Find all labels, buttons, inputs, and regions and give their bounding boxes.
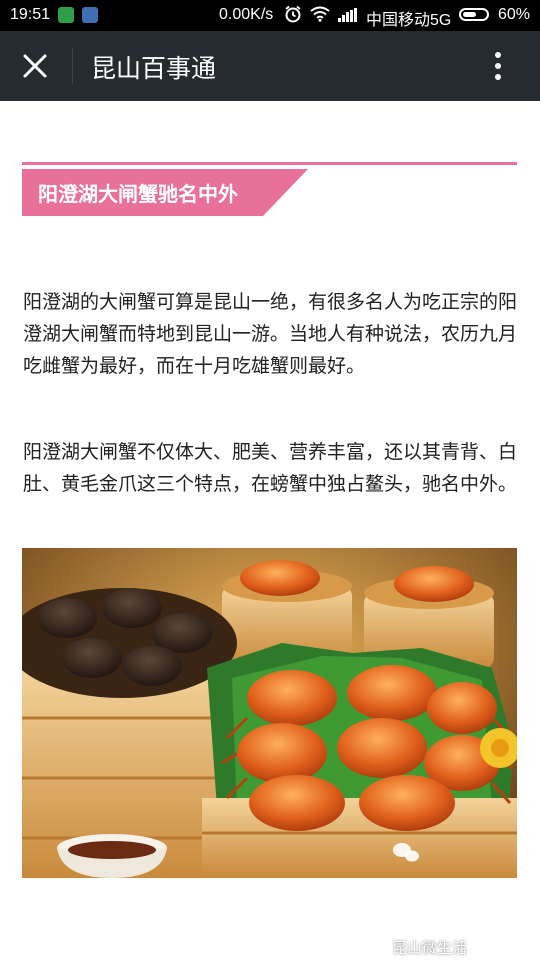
more-menu-button[interactable] xyxy=(480,46,516,86)
alarm-icon xyxy=(284,5,302,28)
hairy-crab-photo xyxy=(22,548,517,878)
status-time: 19:51 xyxy=(10,6,51,23)
crab-illustration xyxy=(22,548,517,878)
article-paragraph: 阳澄湖的大闸蟹可算是昆山一绝，有很多名人为吃正宗的阳澄湖大闸蟹而特地到昆山一游。… xyxy=(23,291,518,377)
carrier-name: 中国移动5G xyxy=(366,12,452,29)
section-divider-line xyxy=(22,162,517,165)
battery-fill xyxy=(463,12,476,17)
image-watermark: 昆山微生活 xyxy=(392,939,468,957)
notification-gallery-icon xyxy=(82,7,98,23)
signal-strength-icon xyxy=(338,8,358,22)
notification-app-icon xyxy=(58,7,74,23)
close-icon xyxy=(23,54,47,78)
close-button[interactable] xyxy=(17,48,53,84)
battery-icon xyxy=(459,8,489,21)
article-content[interactable]: 阳澄湖大闸蟹驰名中外 阳澄湖的大闸蟹可算是昆山一绝，有很多名人为吃正宗的阳澄湖大… xyxy=(0,101,540,960)
article-paragraph: 阳澄湖大闸蟹不仅体大、肥美、营养丰富，还以其青背、白肚、黄毛金爪这三个特点，在螃… xyxy=(23,441,518,495)
section-heading: 阳澄湖大闸蟹驰名中外 xyxy=(38,182,238,206)
more-vertical-icon xyxy=(495,52,501,80)
wifi-icon xyxy=(310,6,330,27)
title-divider xyxy=(72,48,73,84)
network-speed: 0.00K/s xyxy=(219,6,274,23)
page-title: 昆山百事通 xyxy=(91,54,217,83)
title-bar: 昆山百事通 xyxy=(0,31,540,101)
battery-percent: 60% xyxy=(498,6,531,23)
status-bar: 19:51 0.00K/s 中国移动5G 60% xyxy=(0,0,540,31)
